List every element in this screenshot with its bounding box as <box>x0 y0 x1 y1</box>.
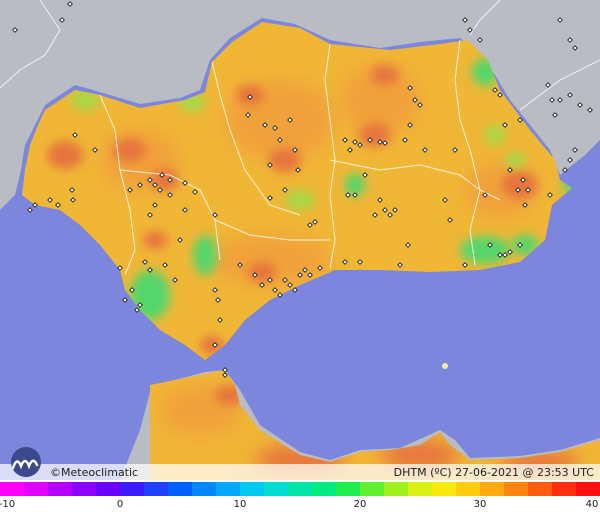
color-scale-cell <box>384 482 408 496</box>
color-scale-cell <box>120 482 144 496</box>
color-scale-cell <box>336 482 360 496</box>
alboran-island <box>442 363 448 369</box>
color-scale-cell <box>408 482 432 496</box>
map-caption: DHTM (ºC) 27-06-2021 @ 23:53 UTC <box>393 466 594 479</box>
color-scale-cell <box>72 482 96 496</box>
scale-tick-label: 20 <box>353 499 367 510</box>
color-scale-cell <box>48 482 72 496</box>
color-scale-cell <box>24 482 48 496</box>
scale-tick-label: 40 <box>585 499 599 510</box>
color-scale-cell <box>144 482 168 496</box>
color-scale-cell <box>432 482 456 496</box>
color-scale-cell <box>576 482 600 496</box>
scale-tick-label: 0 <box>116 499 124 510</box>
color-scale-cell <box>216 482 240 496</box>
color-scale-bar <box>0 482 600 496</box>
color-scale-cell <box>96 482 120 496</box>
scale-tick-label: 30 <box>473 499 487 510</box>
color-scale-cell <box>504 482 528 496</box>
color-scale-cell <box>528 482 552 496</box>
meteoclimatic-logo <box>11 447 41 477</box>
color-scale-cell <box>240 482 264 496</box>
map-area <box>0 0 600 480</box>
color-scale-cell <box>0 482 24 496</box>
scale-tick-label: 10 <box>233 499 247 510</box>
color-scale-cell <box>312 482 336 496</box>
color-legend: -10 0 10 20 30 40 <box>0 480 600 517</box>
color-scale-cell <box>552 482 576 496</box>
color-scale-cell <box>288 482 312 496</box>
color-scale-cell <box>360 482 384 496</box>
map-viewer: ©Meteoclimatic DHTM (ºC) 27-06-2021 @ 23… <box>0 0 600 517</box>
color-scale-cell <box>264 482 288 496</box>
color-scale-cell <box>168 482 192 496</box>
color-scale-cell <box>480 482 504 496</box>
credit-text: ©Meteoclimatic <box>50 466 139 479</box>
color-scale-cell <box>192 482 216 496</box>
color-scale-cell <box>456 482 480 496</box>
scale-tick-label: -10 <box>0 499 16 510</box>
temperature-map <box>0 0 600 480</box>
